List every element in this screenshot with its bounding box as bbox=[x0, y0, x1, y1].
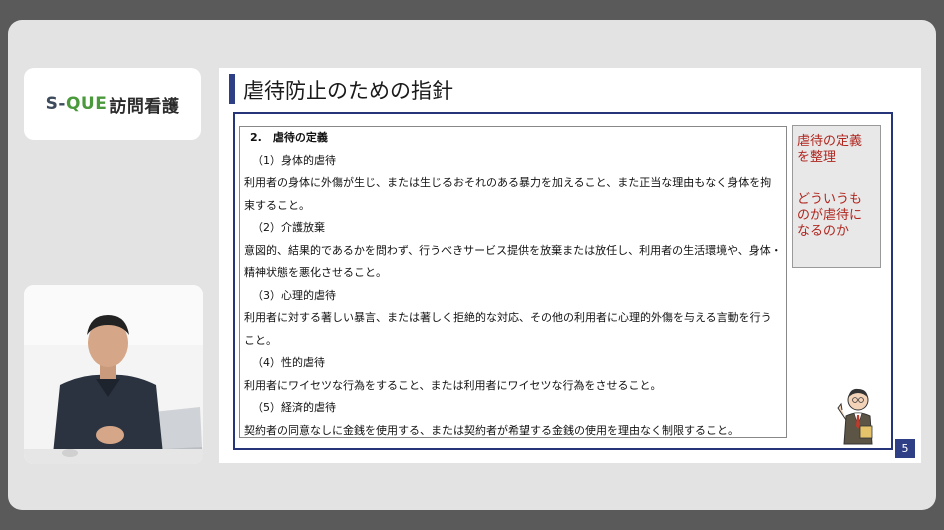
brand-logo: S- QUE 訪問看護 bbox=[24, 68, 201, 140]
item-text: 束すること。 bbox=[244, 198, 310, 212]
presenter-video bbox=[24, 285, 203, 464]
side-note-line: どういうも bbox=[797, 192, 863, 207]
section-heading: 2. 虐待の定義 bbox=[250, 131, 328, 144]
item-label: （3）心理的虐待 bbox=[252, 288, 336, 302]
logo-que: QUE bbox=[65, 94, 108, 114]
item-text: 利用者にワイセツな行為をすること、または利用者にワイセツな行為をさせること。 bbox=[244, 378, 662, 392]
side-note-line: を整理 bbox=[797, 150, 837, 165]
side-note-line: のが虐待に bbox=[797, 208, 863, 223]
title-accent-bar bbox=[229, 74, 235, 104]
businessman-illustration bbox=[837, 388, 873, 445]
page-number: 5 bbox=[895, 439, 915, 458]
definition-content: 2. 虐待の定義 （1）身体的虐待 利用者の身体に外傷が生じ、または生じるおそれ… bbox=[239, 126, 787, 438]
side-note: 虐待の定義 を整理 どういうも のが虐待に なるのか bbox=[792, 125, 881, 268]
item-label: （1）身体的虐待 bbox=[252, 153, 336, 167]
item-text: 利用者の身体に外傷が生じ、または生じるおそれのある暴力を加えること、また正当な理… bbox=[244, 176, 772, 189]
item-text: 利用者に対する著しい暴言、または著しく拒絶的な対応、その他の利用者に心理的外傷を… bbox=[244, 311, 772, 324]
item-text: 意図的、結果的であるかを問わず、行うべきサービス提供を放棄または放任し、利用者の… bbox=[244, 243, 782, 257]
item-text: こと。 bbox=[244, 333, 277, 347]
item-text: 精神状態を悪化させること。 bbox=[244, 266, 387, 279]
side-note-line: 虐待の定義 bbox=[797, 134, 863, 149]
item-label: （5）経済的虐待 bbox=[252, 401, 336, 414]
side-note-line: なるのか bbox=[797, 224, 850, 239]
item-text: 契約者の同意なしに金銭を使用する、または契約者が希望する金銭の使用を理由なく制限… bbox=[244, 423, 739, 437]
presenter-image bbox=[24, 285, 203, 464]
logo-suffix: 訪問看護 bbox=[109, 96, 180, 117]
item-label: （2）介護放棄 bbox=[252, 221, 325, 234]
logo-prefix: S- bbox=[45, 94, 66, 114]
item-label: （4）性的虐待 bbox=[252, 356, 325, 369]
slide: 虐待防止のための指針 2. 虐待の定義 （1）身体的虐待 利用者の身体に外傷が生… bbox=[219, 68, 921, 463]
slide-title: 虐待防止のための指針 bbox=[243, 79, 453, 103]
